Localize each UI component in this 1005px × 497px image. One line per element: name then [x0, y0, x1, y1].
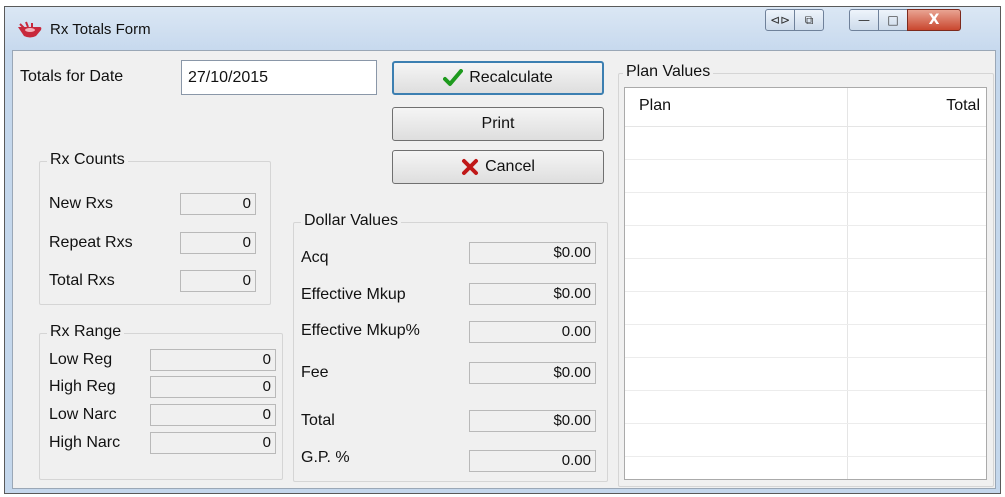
title-bar[interactable]: Rx Totals Form ⊲⊳ ⧉ — □ X [5, 7, 1000, 50]
high-reg-label: High Reg [49, 378, 116, 395]
grid-line [625, 291, 986, 292]
date-input[interactable] [181, 60, 377, 95]
effective-mkup-value: $0.00 [469, 283, 596, 305]
maximize-button[interactable]: □ [878, 9, 908, 31]
plan-values-table[interactable]: Plan Total [624, 87, 987, 480]
low-reg-value: 0 [150, 349, 276, 371]
print-label: Print [481, 115, 515, 132]
rx-range-title: Rx Range [47, 323, 125, 341]
grid-line [625, 423, 986, 424]
recalculate-label: Recalculate [469, 69, 553, 86]
fee-label: Fee [301, 364, 329, 381]
print-button[interactable]: Print [392, 107, 604, 141]
grid-line [625, 225, 986, 226]
grid-line [625, 324, 986, 325]
date-label: Totals for Date [20, 68, 124, 85]
grid-line [625, 390, 986, 391]
low-reg-label: Low Reg [49, 351, 113, 368]
high-narc-value: 0 [150, 432, 276, 454]
low-narc-label: Low Narc [49, 406, 117, 423]
gp-label: G.P. % [301, 449, 350, 466]
fee-value: $0.00 [469, 362, 596, 384]
new-rxs-value: 0 [180, 193, 256, 215]
plan-table-header: Plan Total [625, 88, 986, 127]
repeat-rxs-label: Repeat Rxs [49, 234, 133, 251]
new-rxs-label: New Rxs [49, 195, 114, 212]
dollar-values-title: Dollar Values [301, 212, 401, 230]
low-narc-value: 0 [150, 404, 276, 426]
plan-values-title: Plan Values [623, 63, 714, 81]
close-button[interactable]: X [907, 9, 961, 31]
grid-line [625, 357, 986, 358]
recalculate-button[interactable]: Recalculate [392, 61, 604, 95]
repeat-rxs-value: 0 [180, 232, 256, 254]
nav-icon[interactable]: ⊲⊳ [765, 9, 795, 31]
high-narc-label: High Narc [49, 434, 121, 451]
effective-mkup-pct-label: Effective Mkup% [301, 322, 420, 339]
acq-value: $0.00 [469, 242, 596, 264]
total-value: $0.00 [469, 410, 596, 432]
total-label: Total [301, 412, 335, 429]
column-header-plan[interactable]: Plan [639, 97, 671, 115]
minimize-button[interactable]: — [849, 9, 879, 31]
copy-icon[interactable]: ⧉ [794, 9, 824, 31]
effective-mkup-label: Effective Mkup [301, 286, 406, 303]
total-rxs-label: Total Rxs [49, 272, 115, 289]
grid-line [625, 258, 986, 259]
cancel-button[interactable]: Cancel [392, 150, 604, 184]
window-title: Rx Totals Form [50, 21, 151, 38]
acq-label: Acq [301, 249, 329, 266]
total-rxs-value: 0 [180, 270, 256, 292]
rx-totals-window: Rx Totals Form ⊲⊳ ⧉ — □ X Totals for Dat… [4, 6, 1001, 494]
app-icon [18, 21, 42, 38]
column-divider [847, 88, 848, 479]
cancel-label: Cancel [485, 158, 535, 175]
effective-mkup-pct-value: 0.00 [469, 321, 596, 343]
cancel-x-icon [462, 159, 479, 175]
grid-line [625, 456, 986, 457]
column-header-total[interactable]: Total [946, 97, 980, 115]
form-body: Totals for Date Recalculate Print Cancel… [12, 50, 996, 489]
grid-line [625, 159, 986, 160]
gp-value: 0.00 [469, 450, 596, 472]
grid-line [625, 192, 986, 193]
high-reg-value: 0 [150, 376, 276, 398]
rx-counts-title: Rx Counts [47, 151, 128, 169]
check-icon [443, 69, 464, 86]
